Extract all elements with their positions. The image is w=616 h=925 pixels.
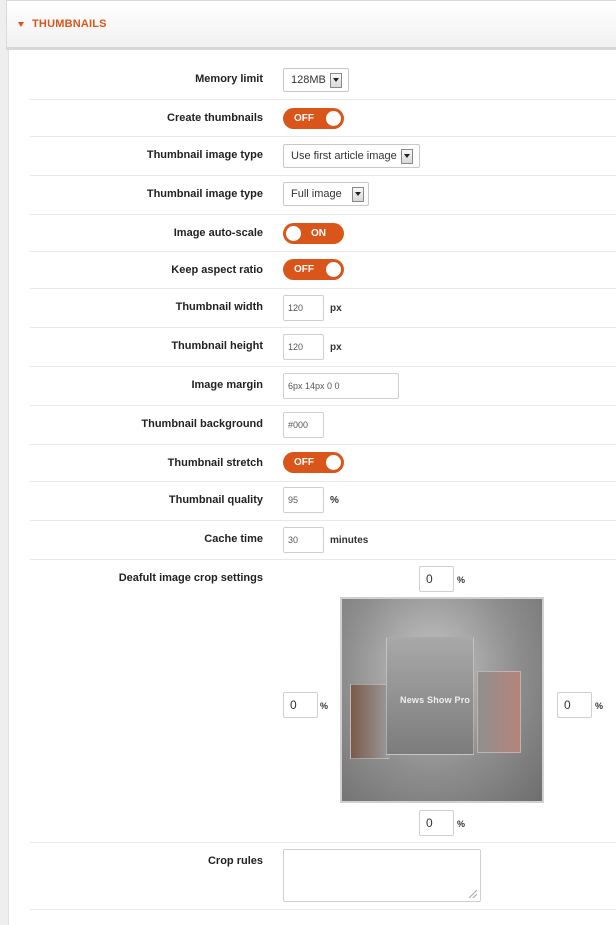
toggle-state-text: OFF: [294, 264, 314, 275]
thumbnail-quality-label: Thumbnail quality: [168, 494, 263, 506]
keep-aspect-ratio-label: Keep aspect ratio: [171, 264, 263, 276]
thumbnail-image-type-label: Thumbnail image type: [146, 149, 263, 161]
thumbnail-background-input[interactable]: #000: [283, 412, 324, 438]
thumbnail-image-type-select-2[interactable]: Full image: [283, 182, 369, 206]
toggle-state-text: OFF: [294, 113, 314, 124]
row-thumbnail-quality: Thumbnail quality 95 %: [30, 482, 616, 521]
preview-product-box-right: [477, 671, 521, 753]
toggle-knob: [326, 111, 341, 126]
cache-time-unit: minutes: [330, 534, 369, 546]
row-image-auto-scale: Image auto-scale ON: [30, 215, 616, 252]
row-cache-time: Cache time 30 minutes: [30, 521, 616, 560]
thumbnail-width-input[interactable]: 120: [283, 295, 324, 321]
image-auto-scale-label: Image auto-scale: [173, 227, 263, 239]
preview-product-box-left: [350, 684, 390, 759]
thumbnail-quality-input[interactable]: 95: [283, 487, 324, 513]
chevron-down-icon: [351, 186, 364, 202]
crop-left-unit: %: [320, 701, 329, 711]
row-thumbnail-width: Thumbnail width 120 px: [30, 289, 616, 328]
row-thumbnail-height: Thumbnail height 120 px: [30, 328, 616, 367]
image-auto-scale-toggle[interactable]: ON: [283, 223, 344, 244]
crop-rules-textarea[interactable]: [283, 849, 481, 902]
crop-top-input[interactable]: 0: [419, 566, 454, 592]
thumbnail-image-type-select[interactable]: Use first article image: [283, 144, 420, 168]
crop-bottom-unit: %: [457, 819, 466, 829]
thumbnail-image-type-value-2: Full image: [291, 188, 342, 200]
memory-limit-value: 128MB: [291, 74, 326, 86]
chevron-down-icon: [329, 72, 342, 88]
memory-limit-label: Memory limit: [195, 73, 263, 85]
collapse-caret-icon: [18, 21, 24, 27]
memory-limit-select[interactable]: 128MB: [283, 68, 349, 92]
thumbnail-width-label: Thumbnail width: [175, 301, 263, 313]
thumbnail-stretch-label: Thumbnail stretch: [167, 457, 263, 469]
panel-title: THUMBNAILS: [32, 18, 107, 30]
thumbnail-quality-unit: %: [330, 494, 339, 506]
crop-rules-label: Crop rules: [207, 855, 263, 867]
thumbnails-panel-header[interactable]: THUMBNAILS: [6, 0, 616, 50]
row-memory-limit: Memory limit 128MB: [30, 60, 616, 100]
thumbnail-image-type-value: Use first article image: [291, 150, 397, 162]
left-margin-strip: [0, 0, 9, 925]
toggle-state-text: ON: [311, 228, 326, 239]
row-thumbnail-image-type-1: Thumbnail image type Use first article i…: [30, 137, 616, 176]
resize-grip-icon[interactable]: [469, 890, 477, 898]
chevron-down-icon: [400, 148, 413, 164]
create-thumbnails-toggle[interactable]: OFF: [283, 108, 344, 129]
row-create-thumbnails: Create thumbnails OFF: [30, 100, 616, 137]
thumbnail-height-label: Thumbnail height: [171, 340, 263, 352]
cache-time-input[interactable]: 30: [283, 527, 324, 553]
toggle-knob: [286, 226, 301, 241]
crop-right-unit: %: [595, 701, 604, 711]
toggle-knob: [326, 455, 341, 470]
crop-top-unit: %: [457, 575, 466, 585]
thumbnail-height-unit: px: [330, 341, 342, 353]
keep-aspect-ratio-toggle[interactable]: OFF: [283, 259, 344, 280]
row-thumbnail-stretch: Thumbnail stretch OFF: [30, 445, 616, 482]
thumbnail-stretch-toggle[interactable]: OFF: [283, 452, 344, 473]
toggle-state-text: OFF: [294, 457, 314, 468]
row-thumbnail-image-type-2: Thumbnail image type Full image: [30, 176, 616, 215]
crop-settings-label: Deafult image crop settings: [118, 572, 263, 584]
thumbnail-width-unit: px: [330, 302, 342, 314]
image-margin-input[interactable]: 6px 14px 0 0: [283, 373, 399, 399]
row-image-margin: Image margin 6px 14px 0 0: [30, 367, 616, 406]
image-margin-label: Image margin: [191, 379, 263, 391]
crop-left-input[interactable]: 0: [283, 692, 318, 718]
row-keep-aspect-ratio: Keep aspect ratio OFF: [30, 252, 616, 289]
thumbnail-height-input[interactable]: 120: [283, 334, 324, 360]
thumbnail-background-label: Thumbnail background: [141, 418, 263, 430]
crop-bottom-input[interactable]: 0: [419, 810, 454, 836]
crop-right-input[interactable]: 0: [557, 692, 592, 718]
preview-product-title: News Show Pro: [400, 695, 471, 705]
toggle-knob: [326, 262, 341, 277]
thumbnail-image-type-label-2: Thumbnail image type: [146, 188, 263, 200]
create-thumbnails-label: Create thumbnails: [167, 112, 263, 124]
cache-time-label: Cache time: [204, 533, 263, 545]
crop-preview-image[interactable]: News Show Pro: [340, 597, 544, 803]
row-thumbnail-background: Thumbnail background #000: [30, 406, 616, 445]
